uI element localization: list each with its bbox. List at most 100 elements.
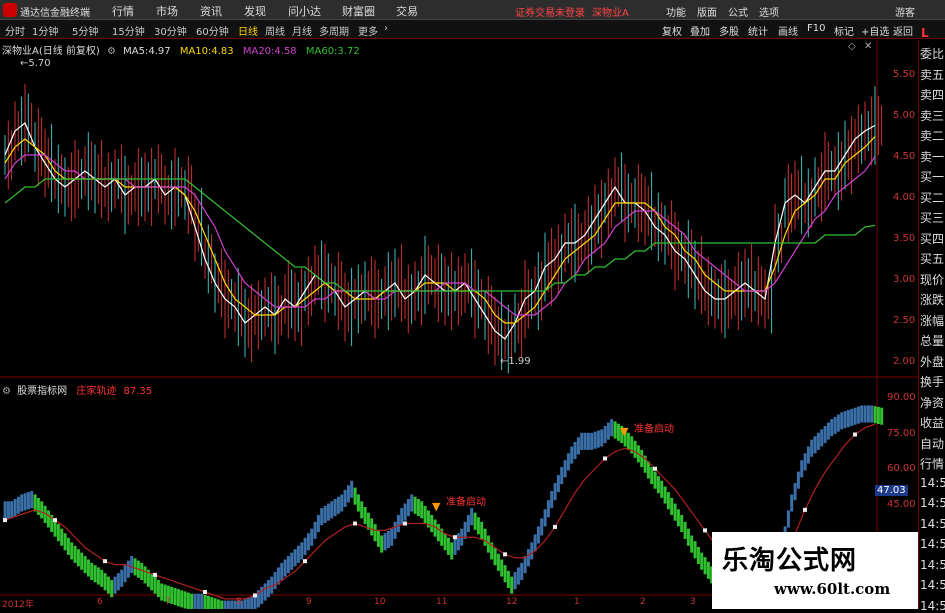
price-candles <box>4 83 883 374</box>
period-5min[interactable]: 5分钟 <box>72 23 98 38</box>
period-week[interactable]: 周线 <box>265 23 285 38</box>
indicator-bar <box>356 494 360 512</box>
indicator-bar <box>846 409 850 428</box>
indicator-bar <box>500 559 504 577</box>
y-tick-indicator: 75.00 <box>887 428 916 439</box>
indicator-dot-marker <box>153 572 157 577</box>
y-tick-price: 3.50 <box>893 233 916 244</box>
period-1min[interactable]: 1分钟 <box>32 23 58 38</box>
tool-back[interactable]: 返回 <box>893 23 913 38</box>
indicator-dot-marker <box>53 518 57 523</box>
signal-triangle-icon: ▼ <box>432 500 441 513</box>
indicator-bar <box>336 496 340 514</box>
indicator-bar <box>450 542 454 560</box>
menu-market[interactable]: 市场 <box>156 3 178 19</box>
quote-field-label: 现价 <box>920 272 945 287</box>
indicator-bar <box>200 593 204 609</box>
quote-field-label: 换手 <box>920 375 945 389</box>
indicator-bar <box>20 494 24 512</box>
tool-multistock[interactable]: 多股 <box>719 23 739 38</box>
indicator-bar <box>76 549 80 567</box>
tool-add-watchlist[interactable]: +自选 <box>861 23 889 38</box>
indicator-bar <box>73 545 77 563</box>
indicator-bar <box>570 446 574 464</box>
x-tick: 1 <box>574 597 580 607</box>
indicator-bar <box>36 497 40 515</box>
tool-draw[interactable]: 画线 <box>778 23 798 38</box>
y-tick-price: 5.50 <box>893 69 916 80</box>
indicator-bar <box>156 580 160 598</box>
tool-stats[interactable]: 统计 <box>748 23 768 38</box>
indicator-bar <box>223 600 227 609</box>
indicator-bar <box>213 598 217 609</box>
indicator-bar <box>230 600 234 609</box>
menu-discover[interactable]: 发现 <box>244 3 266 19</box>
period-month[interactable]: 月线 <box>292 23 312 38</box>
period-15min[interactable]: 15分钟 <box>112 23 145 38</box>
menu-quotes[interactable]: 行情 <box>112 3 134 19</box>
tool-overlay[interactable]: 叠加 <box>690 23 710 38</box>
indicator-dot-marker <box>203 590 207 594</box>
menu-wealth[interactable]: 财富圈 <box>342 3 375 19</box>
indicator-bar <box>550 491 554 509</box>
indicator-bar <box>593 431 597 449</box>
current-indicator-value-badge: 47.03 <box>875 485 908 496</box>
indicator-bar <box>330 501 334 519</box>
tool-f10[interactable]: F10 <box>807 23 825 34</box>
menu-layout[interactable]: 版面 <box>697 4 717 19</box>
indicator-bar <box>363 506 367 525</box>
indicator-bar <box>393 521 397 539</box>
indicator-bar <box>110 580 114 598</box>
indicator-bar <box>296 545 300 563</box>
tool-adjust[interactable]: 复权 <box>662 23 682 38</box>
user-label[interactable]: 游客 <box>895 4 915 19</box>
indicator-dot-marker <box>453 535 457 540</box>
indicator-dot-marker <box>603 456 607 461</box>
indicator-bar <box>26 492 30 510</box>
x-tick: 11 <box>436 597 448 607</box>
indicator-bar <box>656 476 660 494</box>
indicator-bar <box>33 494 37 512</box>
menu-options[interactable]: 选项 <box>759 4 779 19</box>
period-multi[interactable]: 多周期 <box>319 23 349 38</box>
quote-field-label: 14:5 <box>920 598 945 613</box>
period-more[interactable]: 更多 <box>358 23 378 38</box>
quote-field-label: 外盘 <box>920 354 945 369</box>
indicator-bar <box>183 591 187 609</box>
indicator-bar <box>513 572 517 590</box>
period-tick[interactable]: 分时 <box>5 23 25 38</box>
indicator-bar <box>30 491 34 509</box>
login-notice[interactable]: 证券交易未登录 <box>515 4 585 19</box>
quote-field-label: 买一 <box>920 170 945 184</box>
quote-field-label: 14:5 <box>920 475 945 490</box>
quote-field-label: 买三 <box>920 211 945 225</box>
indicator-bar <box>6 501 10 519</box>
period-day[interactable]: 日线 <box>238 23 258 38</box>
x-tick: 12 <box>506 597 518 607</box>
indicator-bar <box>383 533 387 551</box>
indicator-bar <box>516 567 520 585</box>
indicator-bar <box>786 510 790 528</box>
indicator-bar <box>580 432 584 450</box>
more-chevron-icon[interactable]: › <box>384 23 388 34</box>
menu-formula[interactable]: 公式 <box>728 4 748 19</box>
indicator-bar <box>333 498 337 517</box>
quote-field-label: 涨幅 <box>920 313 945 328</box>
chart-canvas[interactable] <box>0 40 918 609</box>
menu-trade[interactable]: 交易 <box>396 3 418 19</box>
indicator-bar <box>286 556 290 574</box>
menu-news[interactable]: 资讯 <box>200 3 222 19</box>
period-60min[interactable]: 60分钟 <box>196 23 229 38</box>
menu-function[interactable]: 功能 <box>666 4 686 19</box>
indicator-dot-marker <box>653 466 657 471</box>
indicator-bar <box>40 501 44 519</box>
indicator-bar <box>13 498 17 517</box>
indicator-bar <box>133 558 137 576</box>
period-30min[interactable]: 30分钟 <box>154 23 187 38</box>
y-tick-price: 5.00 <box>893 110 916 121</box>
indicator-bar <box>340 494 344 512</box>
tool-mark[interactable]: 标记 <box>834 23 854 38</box>
indicator-bar <box>83 556 87 574</box>
indicator-bar <box>10 501 14 519</box>
menu-ask[interactable]: 问小达 <box>288 3 321 19</box>
